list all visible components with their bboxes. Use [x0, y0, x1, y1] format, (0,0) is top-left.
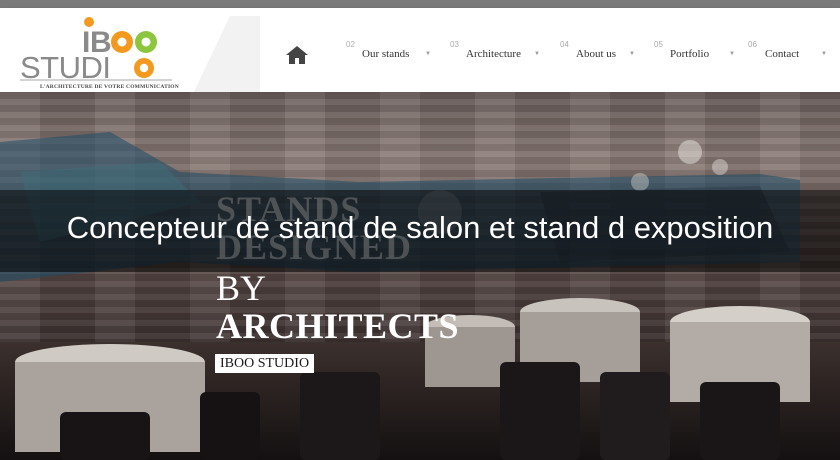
brand-badge: IBOO STUDIO	[215, 354, 315, 373]
nav-our-stands[interactable]: 02 Our stands ▼	[346, 40, 436, 66]
slogan-line-by: BY	[216, 268, 267, 308]
chevron-down-icon: ▼	[729, 51, 735, 57]
site-logo[interactable]: I B STUDI L'ARCHITECTURE DE VOTRE COMMUN…	[18, 12, 179, 90]
nav-label: Architecture	[466, 48, 521, 60]
home-icon	[286, 46, 308, 64]
nav-home-button[interactable]	[260, 16, 334, 98]
logo-tagline: L'ARCHITECTURE DE VOTRE COMMUNICATION	[40, 84, 179, 90]
chevron-down-icon: ▼	[629, 51, 635, 57]
header-divider	[190, 16, 260, 100]
top-strip	[0, 0, 840, 8]
slogan-line-architects: ARCHITECTS	[216, 306, 460, 346]
nav-label: Our stands	[362, 48, 410, 60]
hero-tables-photo	[15, 298, 810, 460]
hero-banner: STANDS DESIGNED Concepteur de stand de s…	[0, 92, 840, 460]
nav-contact[interactable]: 06 Contact ▼	[748, 40, 832, 66]
nav-architecture[interactable]: 03 Architecture ▼	[450, 40, 542, 66]
page-title: Concepteur de stand de salon et stand d …	[66, 210, 774, 245]
nav-label: Contact	[765, 48, 800, 60]
site-header: I B STUDI L'ARCHITECTURE DE VOTRE COMMUN…	[0, 8, 840, 100]
chevron-down-icon: ▼	[425, 51, 431, 57]
nav-number: 02	[346, 40, 355, 49]
nav-about-us[interactable]: 04 About us ▼	[560, 40, 640, 66]
nav-label: About us	[576, 48, 617, 60]
nav-number: 05	[654, 40, 663, 49]
nav-portfolio[interactable]: 05 Portfolio ▼	[654, 40, 738, 66]
nav-label: Portfolio	[670, 48, 710, 60]
nav-number: 04	[560, 40, 569, 49]
chevron-down-icon: ▼	[821, 51, 827, 57]
iboo-studio-logo: I B STUDI	[20, 17, 172, 85]
chevron-down-icon: ▼	[534, 51, 540, 57]
nav-number: 03	[450, 40, 459, 49]
nav-number: 06	[748, 40, 757, 49]
